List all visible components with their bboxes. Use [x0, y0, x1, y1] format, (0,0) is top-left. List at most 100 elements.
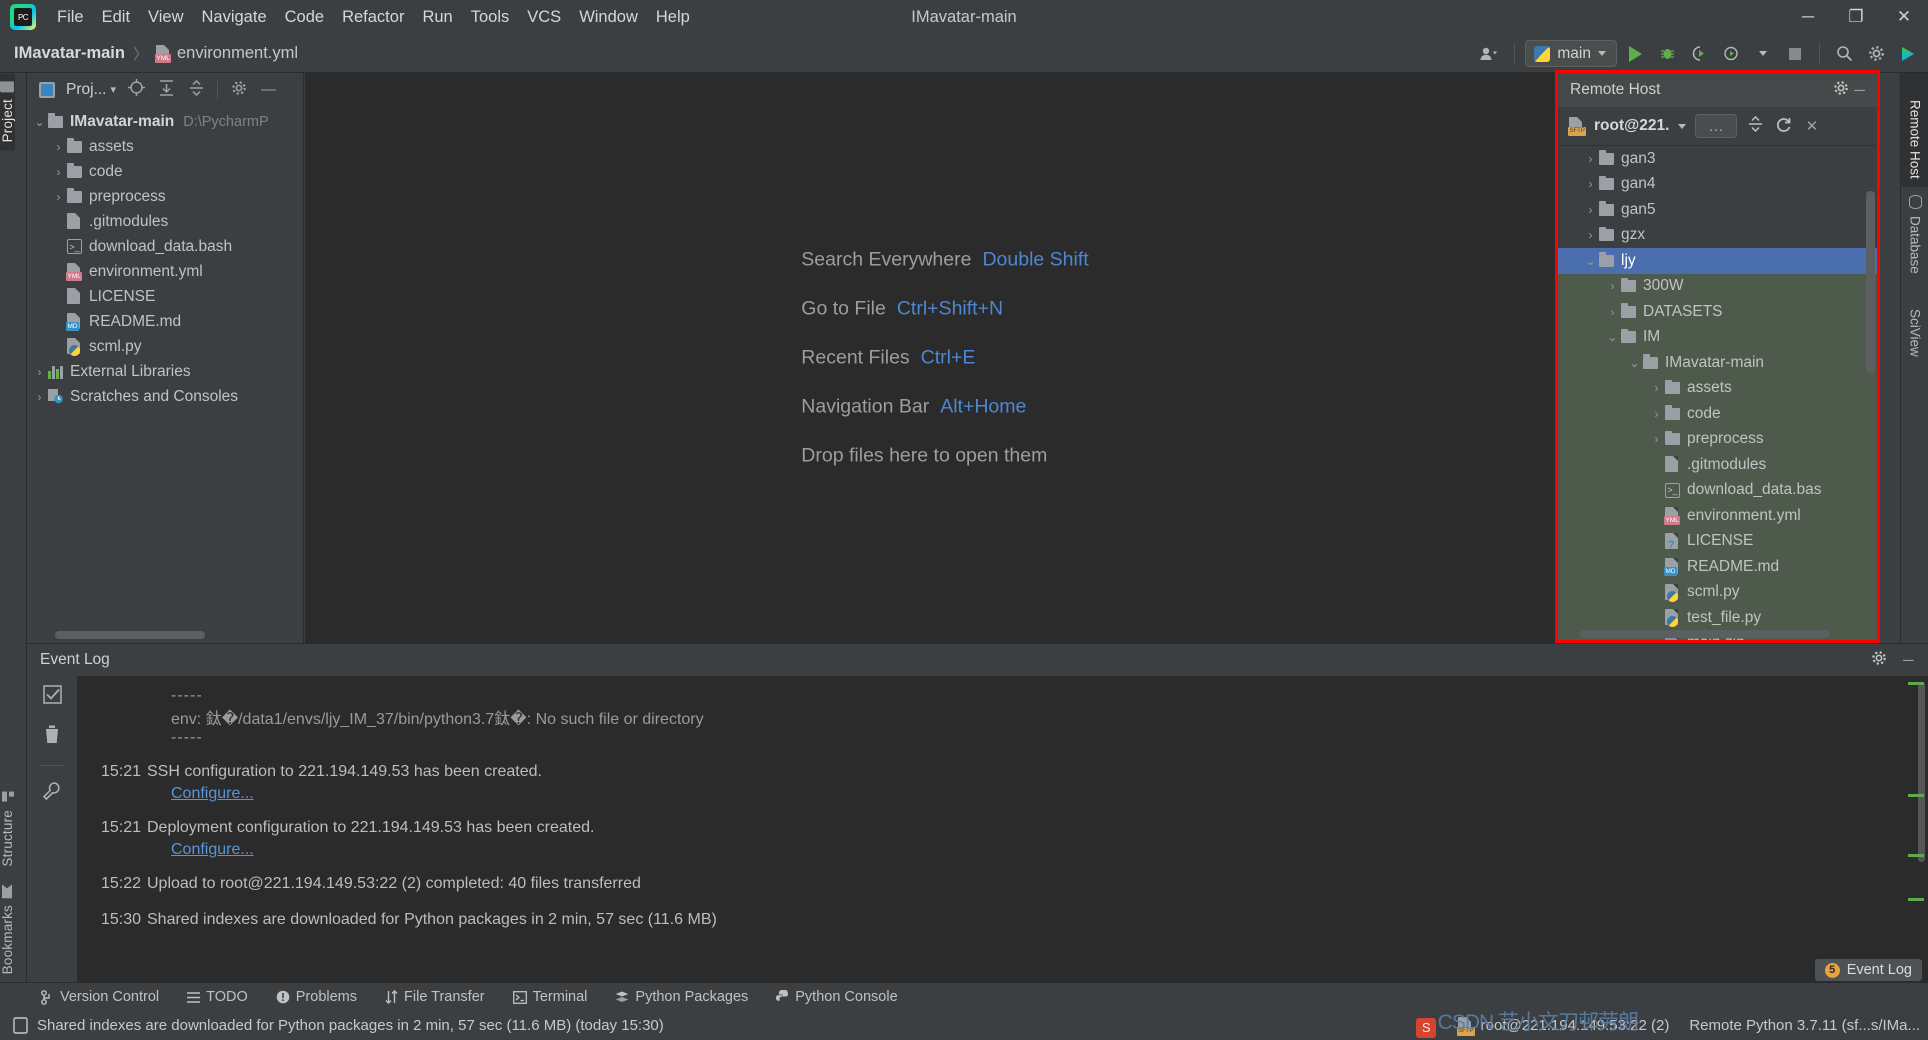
- remote-tree-row[interactable]: › gzx: [1558, 223, 1877, 249]
- remote-tree-row[interactable]: ⌄ IMavatar-main: [1558, 350, 1877, 376]
- remote-tree-row[interactable]: ›? LICENSE: [1558, 528, 1877, 554]
- sidebar-item-bookmarks[interactable]: Bookmarks: [0, 875, 15, 982]
- profile-icon[interactable]: [1717, 40, 1745, 68]
- sidebar-item-remote-host[interactable]: Remote Host: [1901, 73, 1928, 187]
- tool-python-console[interactable]: Python Console: [762, 989, 911, 1005]
- project-tree-row[interactable]: › .gitmodules: [27, 209, 303, 234]
- search-icon[interactable]: [1830, 40, 1858, 68]
- menu-run[interactable]: Run: [413, 5, 461, 30]
- menu-view[interactable]: View: [139, 5, 192, 30]
- sidebar-item-database[interactable]: Database: [1901, 187, 1928, 282]
- project-tree-row[interactable]: › External Libraries: [27, 359, 303, 384]
- settings-wrench-icon[interactable]: [42, 782, 61, 805]
- profile-dropdown-icon[interactable]: [1749, 40, 1777, 68]
- event-log-tab-button[interactable]: 5 Event Log: [1814, 959, 1922, 981]
- remote-tree-row[interactable]: › preprocess: [1558, 426, 1877, 452]
- chevron-right-icon[interactable]: ›: [1648, 509, 1665, 523]
- gear-icon[interactable]: [1862, 40, 1890, 68]
- remote-tree-row[interactable]: ›YML environment.yml: [1558, 503, 1877, 529]
- tool-version-control[interactable]: Version Control: [27, 989, 173, 1005]
- chevron-right-icon[interactable]: ›: [1648, 611, 1665, 625]
- collapse-all-icon[interactable]: [1746, 115, 1765, 136]
- breadcrumb-file[interactable]: environment.yml: [177, 44, 298, 63]
- run-configuration-selector[interactable]: main: [1525, 40, 1617, 67]
- menu-file[interactable]: File: [48, 5, 93, 30]
- menu-code[interactable]: Code: [276, 5, 333, 30]
- mark-read-icon[interactable]: [42, 685, 62, 709]
- remote-tree-row[interactable]: › code: [1558, 401, 1877, 427]
- chevron-right-icon[interactable]: ›: [1582, 228, 1599, 242]
- menu-window[interactable]: Window: [570, 5, 647, 30]
- chevron-right-icon[interactable]: ›: [1648, 407, 1665, 421]
- maximize-button[interactable]: ❐: [1832, 0, 1880, 34]
- chevron-right-icon[interactable]: ›: [31, 390, 48, 404]
- chevron-right-icon[interactable]: ›: [50, 140, 67, 154]
- remote-host-tree[interactable]: › gan3 › gan4 › gan5 › gzx ⌄ ljy › 300W › DATASETS ⌄ IM…: [1558, 146, 1877, 640]
- hide-panel-icon[interactable]: ─: [1850, 82, 1869, 99]
- project-tree-row[interactable]: ›>_ download_data.bash: [27, 234, 303, 259]
- browse-button[interactable]: ...: [1695, 114, 1738, 138]
- remote-tree-row[interactable]: › 300W: [1558, 273, 1877, 299]
- gear-icon[interactable]: [1831, 80, 1850, 100]
- remote-connection-label[interactable]: root@221.: [1594, 117, 1669, 135]
- remote-tree-row[interactable]: › gan5: [1558, 197, 1877, 223]
- remote-tree-row[interactable]: ›MD README.md: [1558, 554, 1877, 580]
- project-tree-row[interactable]: › LICENSE: [27, 284, 303, 309]
- project-tree-row[interactable]: › code: [27, 159, 303, 184]
- close-icon[interactable]: ✕: [1802, 117, 1821, 135]
- menu-refactor[interactable]: Refactor: [333, 5, 413, 30]
- remote-tree-row[interactable]: ⌄ IM: [1558, 324, 1877, 350]
- chevron-right-icon[interactable]: ›: [1648, 585, 1665, 599]
- remote-tree-row[interactable]: › assets: [1558, 375, 1877, 401]
- trash-icon[interactable]: [44, 725, 60, 749]
- remote-horizontal-scrollbar[interactable]: [1580, 630, 1830, 638]
- tool-file-transfer[interactable]: File Transfer: [371, 989, 499, 1005]
- chevron-down-icon[interactable]: ⌄: [1626, 356, 1643, 370]
- menu-help[interactable]: Help: [647, 5, 699, 30]
- chevron-right-icon[interactable]: ›: [50, 165, 67, 179]
- chevron-right-icon[interactable]: ›: [1648, 458, 1665, 472]
- project-tree-row[interactable]: ›YML environment.yml: [27, 259, 303, 284]
- debug-icon[interactable]: [1653, 40, 1681, 68]
- sidebar-item-structure[interactable]: Structure: [0, 783, 15, 875]
- account-icon[interactable]: [1476, 40, 1504, 68]
- chevron-right-icon[interactable]: ›: [50, 240, 67, 254]
- remote-vertical-scrollbar[interactable]: [1866, 191, 1875, 373]
- tool-python-packages[interactable]: Python Packages: [601, 989, 762, 1005]
- chevron-down-icon[interactable]: ⌄: [1604, 330, 1621, 344]
- editor-area[interactable]: Search Everywhere Double Shift Go to File C…: [305, 73, 1585, 643]
- gear-icon[interactable]: [1869, 650, 1888, 670]
- chevron-right-icon[interactable]: ›: [1582, 177, 1599, 191]
- hide-panel-icon[interactable]: —: [259, 81, 278, 98]
- run-button[interactable]: [1621, 40, 1649, 68]
- remote-tree-row[interactable]: ›>_ download_data.bas: [1558, 477, 1877, 503]
- chevron-right-icon[interactable]: ›: [50, 315, 67, 329]
- expand-all-icon[interactable]: [157, 79, 176, 100]
- chevron-right-icon[interactable]: ›: [50, 190, 67, 204]
- breadcrumb-project[interactable]: IMavatar-main: [14, 44, 125, 63]
- sidebar-item-project[interactable]: Project: [0, 73, 15, 151]
- collapse-all-icon[interactable]: [187, 79, 206, 100]
- remote-tree-row[interactable]: › scml.py: [1558, 579, 1877, 605]
- project-tree[interactable]: ⌄ IMavatar-main D:\PycharmP › assets › code › pr…: [27, 106, 303, 409]
- chevron-right-icon[interactable]: ›: [1582, 152, 1599, 166]
- project-tree-row[interactable]: › Scratches and Consoles: [27, 384, 303, 409]
- menu-navigate[interactable]: Navigate: [193, 5, 276, 30]
- menu-vcs[interactable]: VCS: [518, 5, 570, 30]
- chevron-right-icon[interactable]: ›: [1648, 560, 1665, 574]
- tool-problems[interactable]: Problems: [262, 989, 371, 1005]
- project-tree-row[interactable]: ›MD README.md: [27, 309, 303, 334]
- chevron-down-icon[interactable]: [1678, 123, 1687, 129]
- project-tree-row[interactable]: › preprocess: [27, 184, 303, 209]
- python-interpreter-status[interactable]: Remote Python 3.7.11 (sf...s/IMa...: [1689, 1017, 1920, 1034]
- close-button[interactable]: ✕: [1880, 0, 1928, 34]
- project-tree-row[interactable]: › scml.py: [27, 334, 303, 359]
- remote-tree-row[interactable]: › test_file.py: [1558, 605, 1877, 631]
- project-tree-row[interactable]: ⌄ IMavatar-main D:\PycharmP: [27, 109, 303, 134]
- chevron-right-icon[interactable]: ›: [1648, 381, 1665, 395]
- locate-icon[interactable]: [127, 79, 146, 100]
- chevron-right-icon[interactable]: ›: [1648, 483, 1665, 497]
- chevron-right-icon[interactable]: ›: [1648, 432, 1665, 446]
- tool-terminal[interactable]: Terminal: [499, 989, 602, 1005]
- chevron-right-icon[interactable]: ›: [1604, 305, 1621, 319]
